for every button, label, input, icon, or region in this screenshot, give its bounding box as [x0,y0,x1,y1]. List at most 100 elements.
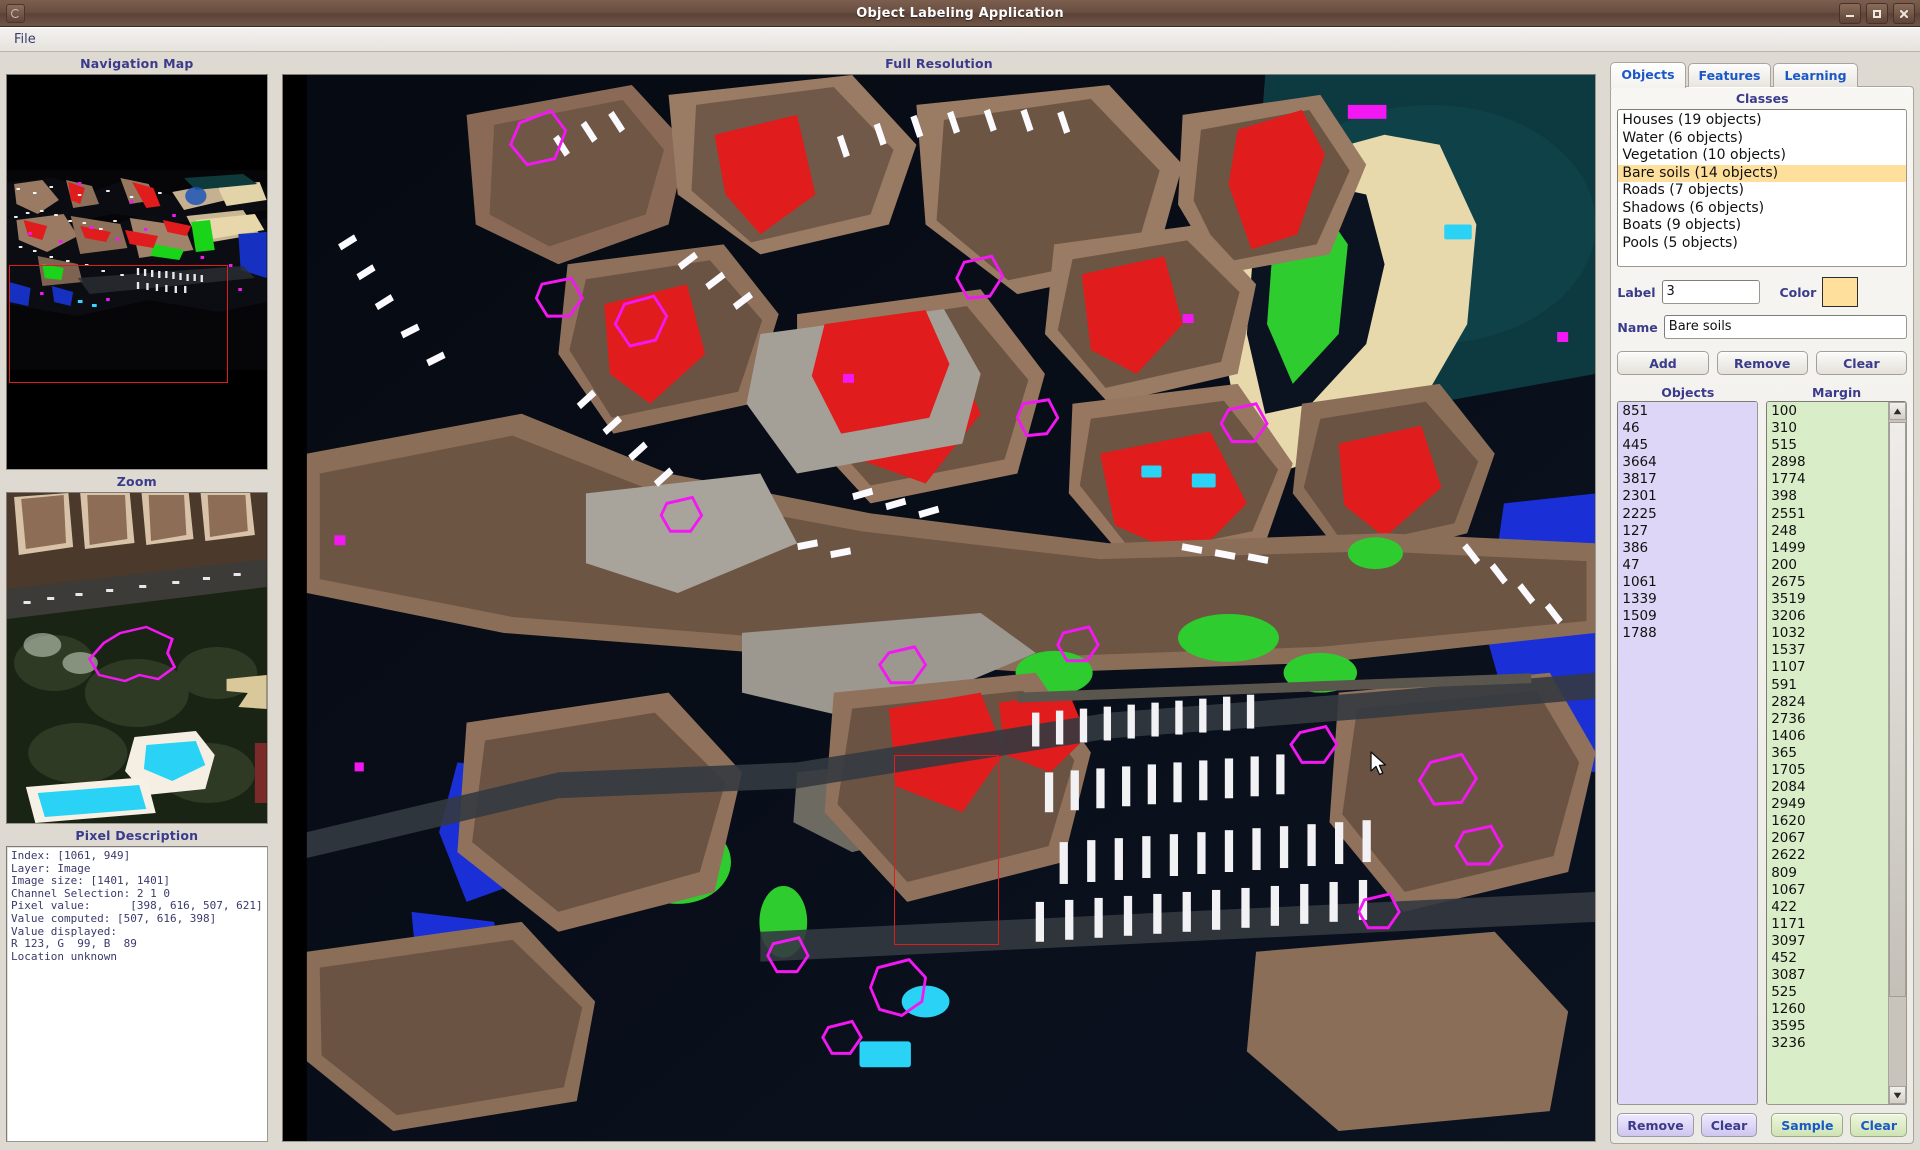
margin-list-item[interactable]: 2736 [1771,711,1888,728]
zoom-view[interactable] [6,492,268,824]
margin-list-item[interactable]: 2622 [1771,847,1888,864]
objects-list-item[interactable]: 1509 [1622,608,1757,625]
class-item-water[interactable]: Water (6 objects) [1618,130,1906,148]
full-resolution-canvas[interactable] [281,74,1597,1142]
margin-list-item[interactable]: 2824 [1771,694,1888,711]
objects-list-item[interactable]: 47 [1622,557,1757,574]
color-swatch[interactable] [1822,277,1859,307]
margin-list-item[interactable]: 2898 [1771,454,1888,471]
margin-list-item[interactable]: 1499 [1771,540,1888,557]
maximize-icon[interactable] [1866,3,1888,24]
window-menu-icon[interactable] [6,4,25,23]
margin-list-item[interactable]: 452 [1771,950,1888,967]
margin-list-item[interactable]: 398 [1771,488,1888,505]
pixel-description-text: Index: [1061, 949] Layer: Image Image si… [11,849,263,963]
margin-list-item[interactable]: 248 [1771,523,1888,540]
sample-button[interactable]: Sample [1771,1113,1844,1137]
zoom-region-rect[interactable] [893,755,999,945]
objects-list-item[interactable]: 3817 [1622,471,1757,488]
scroll-up-icon[interactable] [1889,402,1906,420]
margin-list-item[interactable]: 1537 [1771,642,1888,659]
margin-list-item[interactable]: 3595 [1771,1018,1888,1035]
margin-list-item[interactable]: 1032 [1771,625,1888,642]
remove-class-button[interactable]: Remove [1716,351,1808,375]
object-action-buttons: Remove Clear Sample Clear [1617,1113,1907,1137]
navigation-selection-rect[interactable] [9,265,228,383]
minimize-icon[interactable] [1839,3,1861,24]
margin-list-item[interactable]: 365 [1771,745,1888,762]
class-item-roads[interactable]: Roads (7 objects) [1618,182,1906,200]
class-item-shadows[interactable]: Shadows (6 objects) [1618,200,1906,218]
objects-list-item[interactable]: 46 [1622,420,1757,437]
tab-objects[interactable]: Objects [1610,62,1686,88]
margin-list-item[interactable]: 3236 [1771,1035,1888,1052]
margin-list-item[interactable]: 2949 [1771,796,1888,813]
class-item-vegetation[interactable]: Vegetation (10 objects) [1618,147,1906,165]
scroll-down-icon[interactable] [1889,1086,1906,1104]
objects-list-item[interactable]: 1788 [1622,625,1757,642]
label-input[interactable]: 3 [1661,280,1760,304]
margin-list-item[interactable]: 2084 [1771,779,1888,796]
objects-tab-panel: Classes Houses (19 objects) Water (6 obj… [1610,86,1914,1144]
margin-list-item[interactable]: 3519 [1771,591,1888,608]
color-field-label: Color [1779,284,1817,300]
margin-list-item[interactable]: 809 [1771,865,1888,882]
objects-list-item[interactable]: 851 [1622,403,1757,420]
tab-learning[interactable]: Learning [1773,63,1858,87]
margin-list-item[interactable]: 515 [1771,437,1888,454]
margin-list-item[interactable]: 525 [1771,984,1888,1001]
margin-list-scrollbar[interactable] [1888,402,1906,1104]
class-item-pools[interactable]: Pools (5 objects) [1618,235,1906,253]
objects-list-item[interactable]: 1339 [1622,591,1757,608]
window-controls [1839,3,1915,24]
margin-list-item[interactable]: 1260 [1771,1001,1888,1018]
margin-list[interactable]: 100 310 515 2898 1774 398 2551 248 1499 200 2675 35… [1766,401,1907,1105]
classes-list[interactable]: Houses (19 objects) Water (6 objects) Ve… [1617,109,1907,267]
objects-list-item[interactable]: 1061 [1622,574,1757,591]
objects-list-items[interactable]: 851 46 445 3664 3817 2301 2225 127 386 47 1061 1339… [1618,402,1758,1104]
margin-list-item[interactable]: 1067 [1771,882,1888,899]
margin-list-item[interactable]: 591 [1771,677,1888,694]
clear-class-button[interactable]: Clear [1815,351,1907,375]
margin-list-item[interactable]: 100 [1771,403,1888,420]
name-input[interactable]: Bare soils [1663,315,1907,339]
margin-list-item[interactable]: 1620 [1771,813,1888,830]
class-item-houses[interactable]: Houses (19 objects) [1618,112,1906,130]
close-icon[interactable] [1893,3,1915,24]
tab-features[interactable]: Features [1687,63,1772,87]
zoom-view-image [7,493,267,823]
class-item-bare-soils[interactable]: Bare soils (14 objects) [1618,164,1906,182]
margin-list-item[interactable]: 2675 [1771,574,1888,591]
scrollbar-thumb[interactable] [1889,422,1906,997]
margin-list-item[interactable]: 422 [1771,899,1888,916]
margin-list-item[interactable]: 3087 [1771,967,1888,984]
margin-list-item[interactable]: 200 [1771,557,1888,574]
margin-list-item[interactable]: 2067 [1771,830,1888,847]
scrollbar-track[interactable] [1889,420,1906,1086]
margin-list-item[interactable]: 1705 [1771,762,1888,779]
margin-list-item[interactable]: 1406 [1771,728,1888,745]
add-class-button[interactable]: Add [1617,351,1709,375]
clear-margin-button[interactable]: Clear [1850,1113,1907,1137]
margin-list-item[interactable]: 2551 [1771,506,1888,523]
margin-list-item[interactable]: 1171 [1771,916,1888,933]
objects-list-item[interactable]: 2225 [1622,506,1757,523]
margin-list-item[interactable]: 1107 [1771,659,1888,676]
margin-list-item[interactable]: 310 [1771,420,1888,437]
objects-list[interactable]: 851 46 445 3664 3817 2301 2225 127 386 47 1061 1339… [1617,401,1759,1105]
class-item-boats[interactable]: Boats (9 objects) [1618,217,1906,235]
margin-list-item[interactable]: 1774 [1771,471,1888,488]
objects-list-item[interactable]: 3664 [1622,454,1757,471]
objects-list-item[interactable]: 2301 [1622,488,1757,505]
margin-list-item[interactable]: 3097 [1771,933,1888,950]
clear-objects-button[interactable]: Clear [1700,1113,1758,1137]
menu-item-file[interactable]: File [6,30,44,49]
objects-list-item[interactable]: 386 [1622,540,1757,557]
margin-list-items[interactable]: 100 310 515 2898 1774 398 2551 248 1499 200 2675 35… [1767,402,1888,1104]
objects-list-item[interactable]: 445 [1622,437,1757,454]
remove-object-button[interactable]: Remove [1617,1113,1694,1137]
objects-list-item[interactable]: 127 [1622,523,1757,540]
full-resolution-title: Full Resolution [885,56,993,71]
navigation-map[interactable] [6,74,268,470]
margin-list-item[interactable]: 3206 [1771,608,1888,625]
